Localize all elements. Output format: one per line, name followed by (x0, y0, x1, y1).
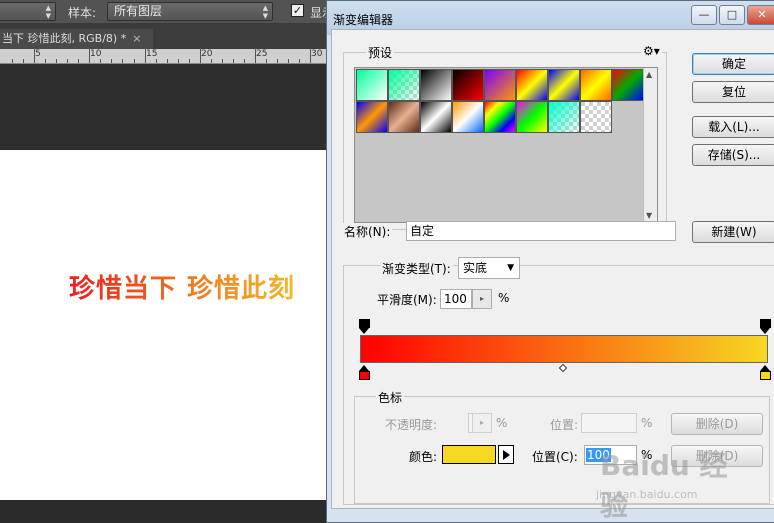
preset-swatch[interactable] (452, 101, 484, 133)
baidu-watermark: Baidu 经验 jingyan.baidu.com (596, 438, 736, 522)
name-field[interactable]: 自定 (406, 221, 676, 241)
pasteboard-bottom (0, 500, 334, 523)
ok-button[interactable]: 确定 (692, 53, 774, 75)
opacity-location-unit: % (639, 416, 655, 430)
preset-swatch[interactable] (516, 101, 548, 133)
opacity-location-label: 位置: (548, 416, 581, 433)
smoothness-label: 平滑度(M): (375, 291, 439, 308)
maximize-icon[interactable]: □ (719, 5, 745, 25)
preset-swatch[interactable] (580, 101, 612, 133)
preset-swatch[interactable] (484, 69, 516, 101)
color-stop-left[interactable] (359, 365, 370, 381)
save-button[interactable]: 存储(S)... (692, 144, 774, 166)
ruler-tick-label: 10 (90, 49, 102, 59)
stops-group-label: 色标 (376, 389, 405, 406)
opacity-delete-button[interactable]: 删除(D) (671, 413, 763, 435)
close-icon[interactable]: ✕ (747, 5, 774, 25)
opacity-location-field[interactable] (581, 413, 637, 433)
preset-swatch[interactable] (548, 69, 580, 101)
smoothness-unit: % (496, 291, 512, 305)
minimize-icon[interactable]: — (691, 5, 717, 25)
opacity-stop-right[interactable] (760, 319, 771, 335)
color-location-label: 位置(C): (530, 448, 580, 465)
ruler-tick-label: 5 (35, 49, 41, 59)
dropdown-arrows-icon: ▲ ▼ (45, 3, 51, 20)
preset-swatch[interactable] (452, 69, 484, 101)
opacity-label: 不透明度: (383, 416, 440, 433)
preset-swatch[interactable] (516, 69, 548, 101)
sample-select[interactable]: 所有图层 ▲ ▼ (107, 2, 273, 21)
preset-swatch[interactable] (388, 69, 420, 101)
smoothness-field[interactable]: 100 (440, 289, 472, 309)
canvas-gradient-text: 珍惜当下 珍惜此刻 (69, 268, 295, 305)
presets-label: 预设 (366, 44, 395, 61)
dialog-title: 渐变编辑器 (333, 13, 394, 27)
watermark-url: jingyan.baidu.com (596, 488, 698, 501)
load-button[interactable]: 载入(L)... (692, 116, 774, 138)
pasteboard (0, 64, 334, 150)
show-checkbox[interactable]: ✓ (291, 4, 304, 17)
color-label: 颜色: (407, 448, 440, 465)
preset-swatch[interactable] (356, 69, 388, 101)
ruler-tick-label: 15 (146, 49, 158, 59)
sample-label: 样本: (68, 6, 97, 20)
ruler-tick-label: 25 (256, 49, 268, 59)
smoothness-slider-toggle[interactable]: ▸ (472, 289, 492, 309)
opacity-unit: % (494, 416, 510, 430)
scroll-up-icon[interactable]: ▲ (646, 70, 652, 79)
ruler-tick-label: 20 (201, 49, 213, 59)
color-menu-arrow-icon[interactable] (498, 445, 514, 464)
stop-color-swatch[interactable] (442, 445, 496, 464)
preset-swatch[interactable] (388, 101, 420, 133)
preset-swatch[interactable] (484, 101, 516, 133)
opacity-slider-toggle[interactable]: ▸ (472, 413, 492, 433)
options-dropdown[interactable]: ▲ ▼ (0, 2, 56, 21)
color-stop-right[interactable] (760, 365, 771, 381)
name-label: 名称(N): (342, 223, 393, 240)
preset-swatch[interactable] (420, 101, 452, 133)
gradient-preview-bar[interactable] (360, 335, 768, 363)
gradient-type-label: 渐变类型(T): (380, 260, 453, 277)
preset-swatch[interactable] (420, 69, 452, 101)
document-tab-title: 当下 珍惜此刻, RGB/8) * (2, 32, 127, 45)
scroll-down-icon[interactable]: ▼ (646, 211, 652, 220)
horizontal-ruler: 5 10 15 20 25 30 (0, 48, 334, 64)
document-canvas[interactable]: 珍惜当下 珍惜此刻 (0, 150, 334, 500)
preset-swatch[interactable] (548, 101, 580, 133)
opacity-stop-left[interactable] (359, 319, 370, 335)
document-tab[interactable]: 当下 珍惜此刻, RGB/8) * × (0, 29, 153, 49)
preset-swatch[interactable] (580, 69, 612, 101)
dialog-body: 预设 ⚙▾ ▲ ▼ 确定 复位 载入(L)... 存储(S)... 名称(N):… (331, 29, 774, 509)
dropdown-arrows-icon: ▲ ▼ (262, 3, 268, 20)
presets-scrollbar[interactable]: ▲ ▼ (643, 68, 657, 222)
reset-button[interactable]: 复位 (692, 81, 774, 103)
gradient-type-value: 实底 (463, 261, 488, 275)
presets-list[interactable]: ▲ ▼ (354, 67, 658, 223)
gradient-type-select[interactable]: 实底 ▼ (458, 257, 520, 279)
close-tab-icon[interactable]: × (132, 32, 141, 45)
ruler-tick-label: 30 (311, 49, 323, 59)
sample-select-value: 所有图层 (114, 4, 163, 18)
gear-icon[interactable]: ⚙▾ (641, 44, 662, 58)
watermark-brand: Baidu 经验 (600, 449, 728, 522)
preset-swatch[interactable] (356, 101, 388, 133)
new-button[interactable]: 新建(W) (692, 221, 774, 243)
chevron-down-icon: ▼ (507, 263, 514, 273)
preset-swatch[interactable] (612, 69, 644, 101)
